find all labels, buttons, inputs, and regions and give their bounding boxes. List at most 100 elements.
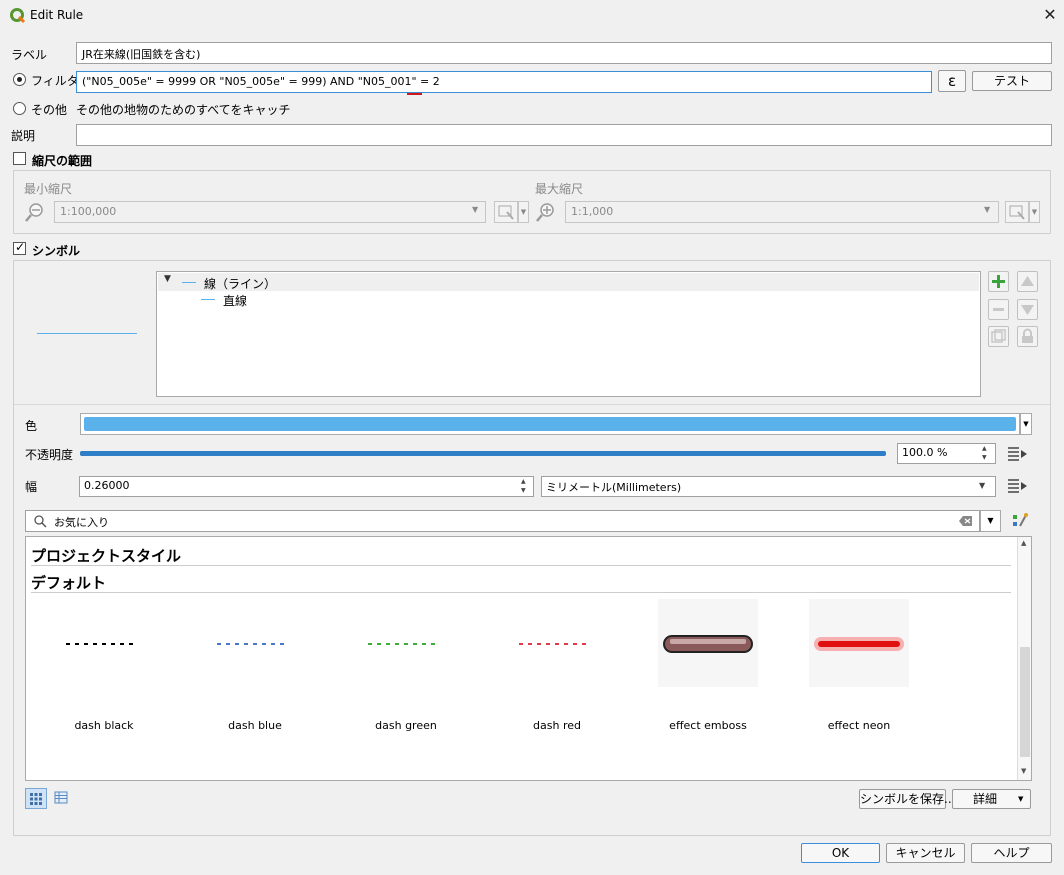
- move-up-button[interactable]: [1017, 271, 1038, 292]
- label-input[interactable]: JR在来線(旧国鉄を含む): [76, 42, 1052, 64]
- zoom-out-icon: [25, 203, 43, 222]
- move-down-button[interactable]: [1017, 299, 1038, 320]
- max-scale-label: 最大縮尺: [535, 182, 584, 196]
- data-defined-override-icon[interactable]: [1005, 444, 1029, 464]
- chevron-down-icon[interactable]: ▼: [1029, 201, 1040, 223]
- syntax-error-underline: [407, 93, 422, 95]
- scroll-up-icon[interactable]: ▲: [1021, 539, 1026, 547]
- opacity-slider-fill: [80, 451, 886, 456]
- close-icon[interactable]: ✕: [1040, 4, 1060, 26]
- remove-symbol-layer-button[interactable]: [988, 299, 1009, 320]
- add-symbol-layer-button[interactable]: [988, 271, 1009, 292]
- color-swatch: [84, 417, 1016, 431]
- scale-range-group: 最小縮尺 1:100,000 ▼ ▼ 最大縮尺 1:1,000 ▼ ▼: [13, 170, 1051, 234]
- tree-row-line-symbol[interactable]: ▼ 線（ライン）: [158, 273, 979, 291]
- filter-label: フィルタ: [31, 74, 79, 88]
- else-radio[interactable]: [13, 102, 26, 115]
- symbol-item[interactable]: effect neon: [789, 597, 929, 732]
- symbol-item[interactable]: dash green: [336, 597, 476, 732]
- grid-view-icon: [30, 793, 42, 805]
- scroll-thumb[interactable]: [1020, 647, 1030, 757]
- expression-builder-button[interactable]: ε: [938, 70, 966, 92]
- scale-range-label: 縮尺の範囲: [32, 154, 93, 168]
- symbol-item-label: effect neon: [827, 719, 891, 732]
- symbol-item-label: dash blue: [228, 719, 282, 732]
- symbol-preview-line: [37, 333, 137, 334]
- ok-button[interactable]: OK: [801, 843, 880, 863]
- duplicate-symbol-layer-button[interactable]: [988, 326, 1009, 347]
- symbol-item-label: effect emboss: [669, 719, 747, 732]
- duplicate-icon: [991, 329, 1006, 343]
- max-scale-combo[interactable]: 1:1,000: [565, 201, 999, 223]
- width-spinbox[interactable]: 0.26000: [79, 476, 534, 497]
- symbol-item-label: dash black: [74, 719, 134, 732]
- test-button[interactable]: テスト: [972, 71, 1052, 91]
- data-defined-override-icon[interactable]: [1005, 476, 1029, 496]
- divider: [31, 592, 1011, 593]
- chevron-down-icon[interactable]: ▼: [1020, 413, 1032, 435]
- window-title: Edit Rule: [30, 8, 84, 22]
- section-header-default: デフォルト: [31, 574, 107, 592]
- chevron-down-icon: ▼: [979, 481, 986, 490]
- symbol-label: シンボル: [32, 244, 81, 258]
- min-scale-combo[interactable]: 1:100,000: [54, 201, 486, 223]
- list-view-icon: [54, 791, 68, 804]
- symbol-item[interactable]: dash blue: [185, 597, 325, 732]
- scroll-down-icon[interactable]: ▼: [1021, 767, 1026, 775]
- list-view-toggle[interactable]: [51, 788, 73, 809]
- description-input[interactable]: [76, 124, 1052, 146]
- symbol-grid: dash black dash blue dash green dash red eff…: [26, 597, 1016, 777]
- advanced-button[interactable]: 詳細 ▼: [952, 789, 1031, 809]
- symbol-search-input[interactable]: お気に入り: [25, 510, 980, 532]
- canvas-scale-icon: [498, 205, 514, 220]
- chevron-down-icon: ▼: [472, 205, 479, 214]
- help-button[interactable]: ヘルプ: [971, 843, 1052, 863]
- cancel-button[interactable]: キャンセル: [886, 843, 965, 863]
- save-symbol-button[interactable]: シンボルを保存...: [859, 789, 955, 809]
- symbol-library-list[interactable]: プロジェクトスタイル デフォルト dash black dash blue dash…: [25, 536, 1032, 781]
- opacity-slider-track[interactable]: [80, 451, 886, 456]
- divider: [14, 404, 1050, 405]
- unit-combo[interactable]: ミリメートル(Millimeters): [541, 476, 996, 497]
- canvas-scale-icon: [1009, 205, 1025, 220]
- expand-arrow-icon[interactable]: ▼: [164, 274, 171, 284]
- color-button[interactable]: [80, 413, 1020, 435]
- arrow-down-icon: [1021, 305, 1034, 315]
- clear-icon[interactable]: [959, 515, 973, 527]
- tree-child-label: 直線: [223, 294, 248, 308]
- filter-radio[interactable]: [13, 73, 26, 86]
- symbol-item-label: dash red: [533, 719, 581, 732]
- symbol-preview-icon: [809, 599, 909, 687]
- plus-icon: [992, 275, 1005, 288]
- lock-icon: [1022, 328, 1033, 343]
- else-description: その他の地物のためのすべてをキャッチ: [76, 103, 291, 117]
- minus-icon: [993, 308, 1004, 311]
- opacity-label: 不透明度: [25, 448, 74, 462]
- symbol-item[interactable]: effect emboss: [638, 597, 778, 732]
- symbol-preview-icon: [658, 599, 758, 687]
- advanced-button-label: 詳細: [973, 792, 998, 806]
- scale-range-checkbox[interactable]: [13, 152, 26, 165]
- style-manager-icon[interactable]: [1010, 512, 1030, 530]
- arrow-up-icon: [1021, 276, 1034, 286]
- filter-expression-input[interactable]: ("N05_005e" = 9999 OR "N05_005e" = 999) …: [76, 71, 932, 93]
- spin-arrows-icon[interactable]: ▲ ▼: [521, 477, 526, 495]
- vertical-scrollbar[interactable]: ▲ ▼: [1017, 537, 1031, 780]
- search-icon: [34, 515, 47, 528]
- spin-arrows-icon[interactable]: ▲ ▼: [982, 444, 987, 462]
- line-swatch-icon: [201, 299, 215, 300]
- chevron-down-icon[interactable]: ▼: [518, 201, 529, 223]
- tree-row-simple-line[interactable]: 直線: [158, 291, 979, 309]
- symbol-checkbox[interactable]: [13, 240, 26, 255]
- lock-layer-button[interactable]: [1017, 326, 1038, 347]
- divider: [31, 565, 1011, 566]
- zoom-in-icon: [536, 203, 554, 222]
- symbol-layer-tree[interactable]: ▼ 線（ライン） 直線: [156, 271, 981, 397]
- icon-view-toggle[interactable]: [25, 788, 47, 809]
- symbol-item[interactable]: dash black: [34, 597, 174, 732]
- chevron-down-icon[interactable]: ▼: [980, 510, 1001, 532]
- max-scale-map-button[interactable]: [1005, 201, 1029, 223]
- symbol-item[interactable]: dash red: [487, 597, 627, 732]
- symbol-preview-icon: [368, 643, 440, 645]
- min-scale-map-button[interactable]: [494, 201, 518, 223]
